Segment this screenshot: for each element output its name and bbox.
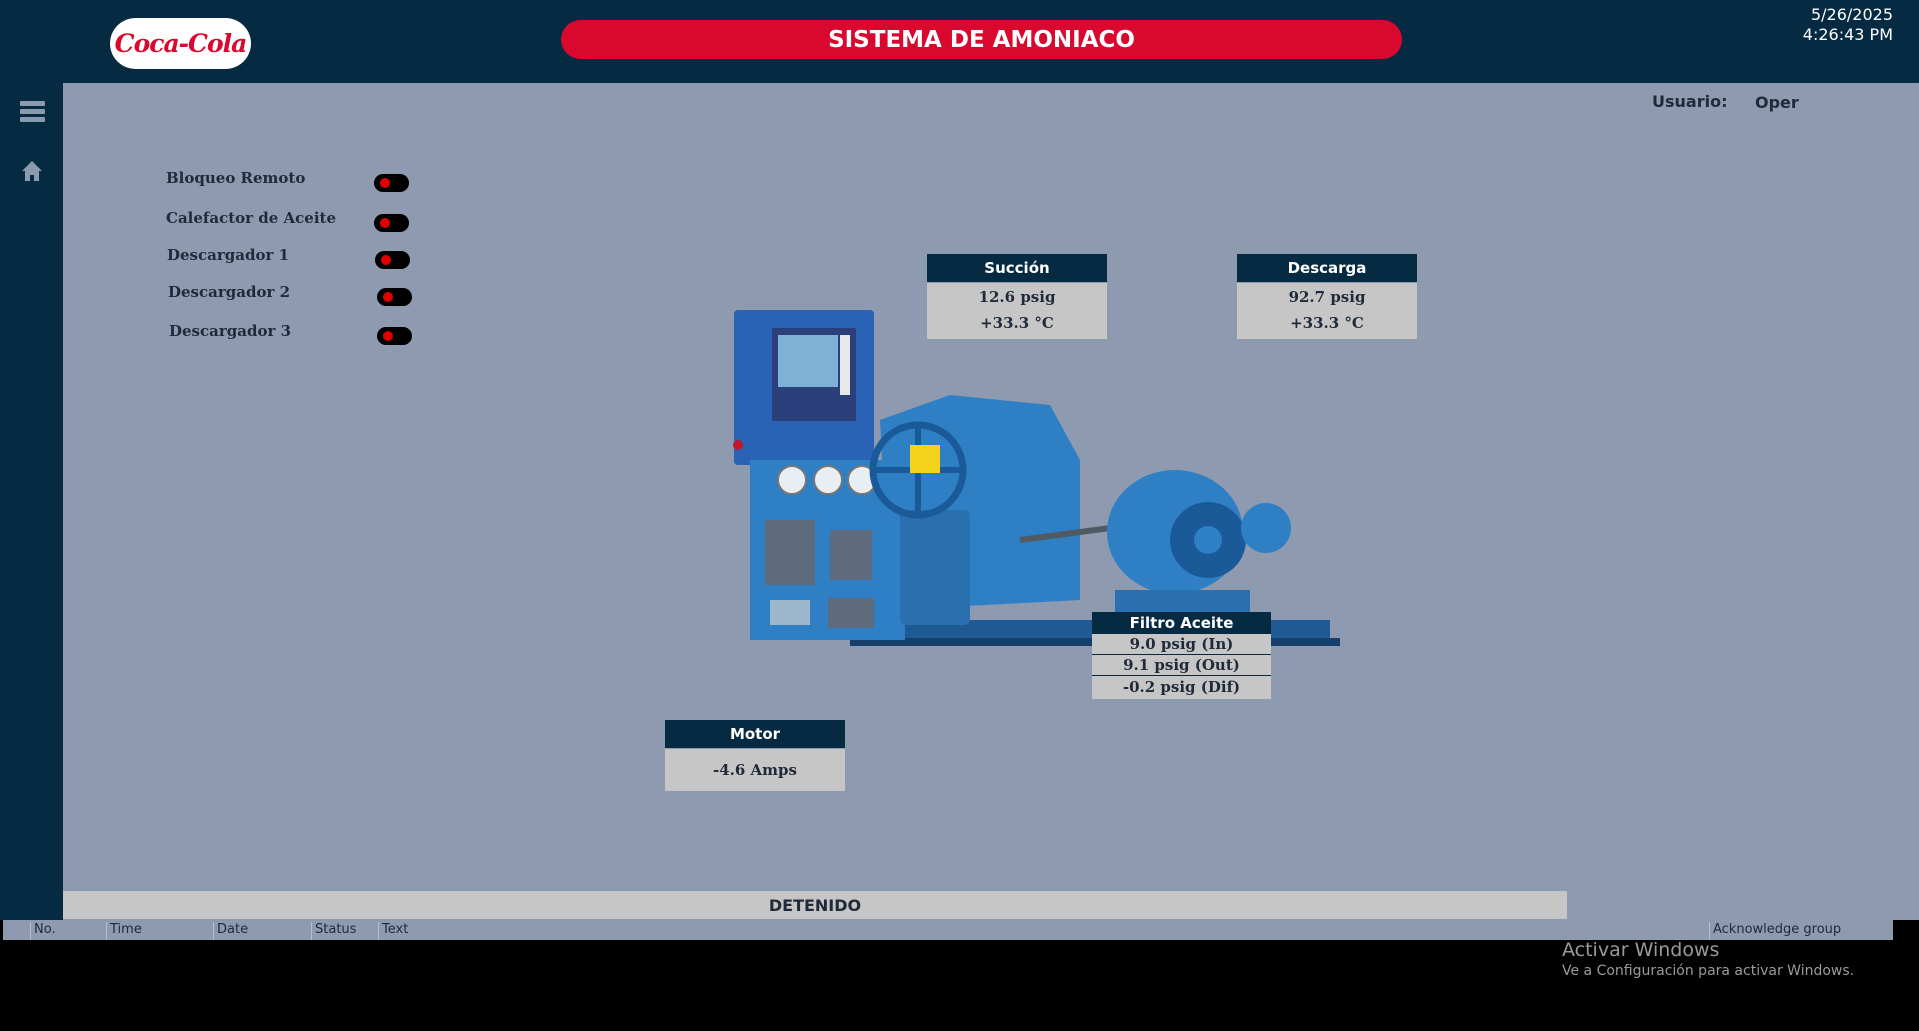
- indicator-label-descargador-1: Descargador 1: [167, 246, 290, 264]
- alarm-col-no[interactable]: No.: [30, 922, 56, 940]
- datetime-display: 5/26/2025 4:26:43 PM: [1803, 5, 1893, 45]
- indicator-label-bloqueo-remoto: Bloqueo Remoto: [166, 169, 306, 187]
- filtro-in: 9.0 psig (In): [1092, 634, 1271, 655]
- descarga-temp: +33.3 °C: [1290, 314, 1364, 332]
- filtro-out: 9.1 psig (Out): [1092, 655, 1271, 676]
- alarm-col-time[interactable]: Time: [106, 922, 142, 940]
- succion-pressure: 12.6 psig: [978, 288, 1056, 306]
- page-title: SISTEMA DE AMONIACO: [561, 20, 1402, 59]
- home-icon[interactable]: [21, 160, 43, 182]
- indicator-label-descargador-2: Descargador 2: [168, 283, 291, 301]
- descarga-header: Descarga: [1237, 254, 1417, 282]
- user-label: Usuario:: [1652, 92, 1728, 111]
- user-value: Oper: [1755, 93, 1799, 112]
- filtro-dif: -0.2 psig (Dif): [1122, 678, 1241, 696]
- windows-activation-text: Ve a Configuración para activar Windows.: [1562, 963, 1855, 979]
- windows-activation-title: Activar Windows: [1562, 939, 1720, 961]
- coca-cola-logo: Coca-Cola: [110, 18, 251, 69]
- succion-temp: +33.3 °C: [980, 314, 1054, 332]
- indicator-led-descargador-1: [375, 251, 410, 269]
- alarm-col-ack-group[interactable]: Acknowledge group: [1709, 922, 1841, 940]
- alarm-table-header: No. Time Date Status Text Acknowledge gr…: [3, 920, 1893, 940]
- indicator-led-descargador-3: [377, 327, 412, 345]
- motor-header: Motor: [665, 720, 845, 748]
- alarm-col-text[interactable]: Text: [378, 922, 408, 940]
- filtro-header: Filtro Aceite: [1092, 612, 1271, 634]
- indicator-label-descargador-3: Descargador 3: [169, 322, 292, 340]
- alarm-col-status[interactable]: Status: [311, 922, 356, 940]
- succion-header: Succión: [927, 254, 1107, 282]
- filtro-values: 9.0 psig (In) 9.1 psig (Out) -0.2 psig (…: [1092, 634, 1271, 699]
- top-bar: Coca-Cola SISTEMA DE AMONIACO 5/26/2025 …: [0, 0, 1919, 83]
- sidebar: [0, 83, 63, 920]
- indicator-led-calefactor-aceite: [374, 214, 409, 232]
- indicator-led-descargador-2: [377, 288, 412, 306]
- menu-icon[interactable]: [20, 101, 45, 125]
- motor-amps: -4.6 Amps: [713, 761, 797, 779]
- succion-values: 12.6 psig +33.3 °C: [927, 283, 1107, 339]
- alarm-col-date[interactable]: Date: [213, 922, 248, 940]
- date-text: 5/26/2025: [1810, 5, 1893, 24]
- descarga-pressure: 92.7 psig: [1288, 288, 1366, 306]
- indicator-label-calefactor-aceite: Calefactor de Aceite: [166, 209, 337, 227]
- indicator-led-bloqueo-remoto: [374, 174, 409, 192]
- descarga-values: 92.7 psig +33.3 °C: [1237, 283, 1417, 339]
- motor-values: -4.6 Amps: [665, 749, 845, 791]
- time-text: 4:26:43 PM: [1802, 25, 1893, 44]
- status-bar: DETENIDO: [63, 891, 1567, 919]
